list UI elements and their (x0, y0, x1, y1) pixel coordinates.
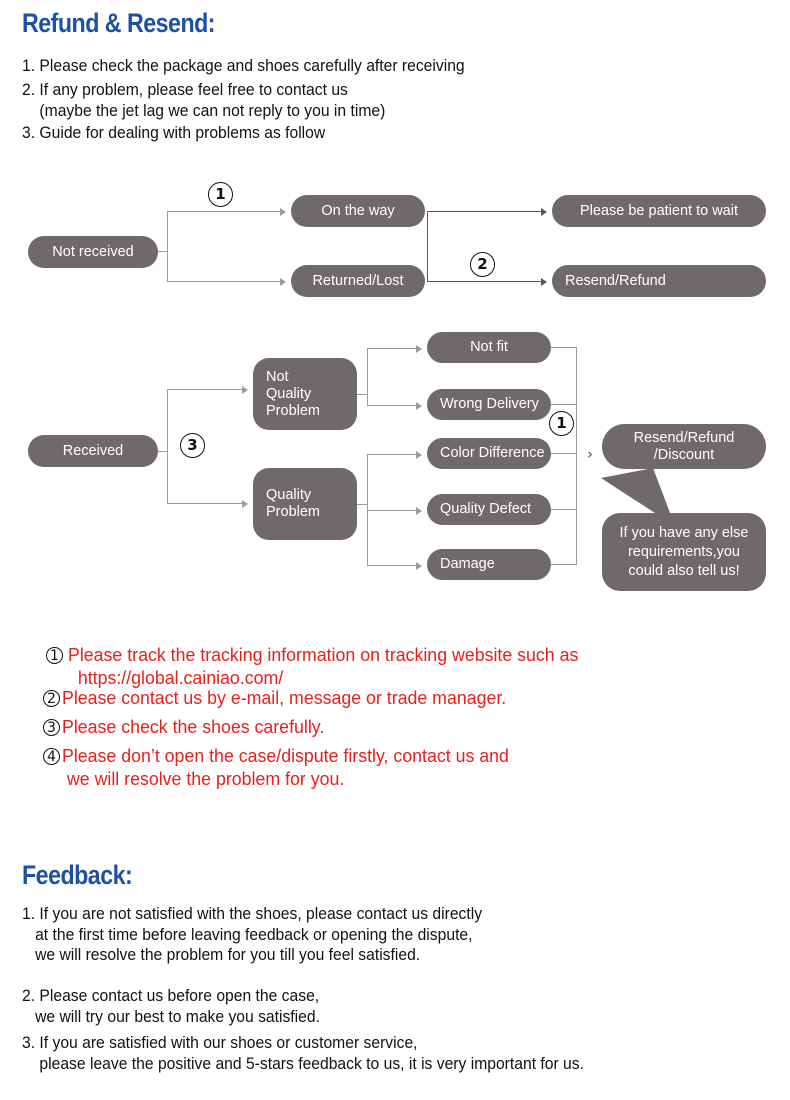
page-title-feedback: Feedback: (22, 860, 133, 890)
arrowhead-to-quality-defect (416, 506, 422, 515)
node-wrong-delivery: Wrong Delivery (427, 389, 551, 420)
node-returned-lost: Returned/Lost (291, 265, 425, 297)
arrowhead-to-patient-wait (541, 207, 547, 216)
node-color-difference: Color Difference (427, 438, 551, 469)
connector-to-on-the-way (167, 211, 281, 213)
connector-to-returned-lost (167, 281, 281, 283)
step-marker-2: 2 (470, 252, 495, 277)
arrowhead-to-quality (242, 499, 248, 508)
node-received: Received (28, 435, 158, 467)
node-not-fit: Not fit (427, 332, 551, 363)
red-note-marker-1: 1 (46, 647, 63, 664)
connector-to-quality-defect (367, 510, 417, 512)
connector-received-split-vertical (167, 389, 169, 504)
connector-to-resend-refund (427, 281, 542, 283)
merge-vertical-bus (576, 347, 578, 565)
node-please-be-patient: Please be patient to wait (552, 195, 766, 227)
refund-item-2: 2. If any problem, please feel free to c… (22, 81, 386, 120)
red-note-marker-4: 4 (43, 748, 60, 765)
page-title-refund-resend: Refund & Resend: (22, 8, 216, 38)
node-quality-defect: Quality Defect (427, 494, 551, 525)
arrowhead-to-returned-lost (280, 277, 286, 286)
merge-line-wrong-delivery (551, 404, 577, 406)
red-note-marker-3: 3 (43, 719, 60, 736)
connector-not-quality-stub (357, 394, 367, 396)
connector-to-wrong-delivery (367, 405, 417, 407)
feedback-item-2: 2. Please contact us before open the cas… (22, 987, 320, 1026)
refund-resend-info-page: Refund & Resend: 1. Please check the pac… (0, 0, 790, 1100)
node-on-the-way: On the way (291, 195, 425, 227)
feedback-item-1: 1. If you are not satisfied with the sho… (22, 905, 483, 964)
connector-to-not-quality (167, 389, 243, 391)
merge-line-color-difference (551, 453, 577, 455)
step-marker-3: 3 (180, 433, 205, 458)
red-note-text-4: Please don’t open the case/dispute first… (62, 745, 509, 789)
red-note-text-1: Please track the tracking information on… (68, 644, 579, 688)
red-note-marker-2: 2 (43, 690, 60, 707)
refund-item-3: 3. Guide for dealing with problems as fo… (22, 124, 326, 142)
node-quality-problem: Quality Problem (253, 468, 357, 540)
node-damage: Damage (427, 549, 551, 580)
merge-line-damage (551, 564, 577, 566)
arrowhead-to-wrong-delivery (416, 401, 422, 410)
connector-to-not-fit (367, 348, 417, 350)
step-marker-1: 1 (208, 182, 233, 207)
step-marker-1-received: 1 (549, 411, 574, 436)
arrowhead-to-not-quality (242, 385, 248, 394)
connector-quality-stub (357, 504, 367, 506)
arrowhead-to-on-the-way (280, 207, 286, 216)
bubble-extra-requirements: If you have any else requirements,you co… (602, 513, 766, 591)
node-not-quality-problem: Not Quality Problem (253, 358, 357, 430)
chevron-right-icon: › (587, 445, 593, 463)
connector-to-damage (367, 565, 417, 567)
refund-item-1: 1. Please check the package and shoes ca… (22, 57, 465, 75)
connector-to-quality (167, 503, 243, 505)
node-not-received: Not received (28, 236, 158, 268)
arrowhead-to-not-fit (416, 344, 422, 353)
red-note-text-3: Please check the shoes carefully. (62, 716, 325, 737)
red-note-text-2: Please contact us by e-mail, message or … (62, 687, 507, 708)
arrowhead-to-color-difference (416, 450, 422, 459)
feedback-item-3: 3. If you are satisfied with our shoes o… (22, 1034, 584, 1073)
connector-to-patient-wait (427, 211, 542, 213)
node-resend-refund: Resend/Refund (552, 265, 766, 297)
connector-to-color-difference (367, 454, 417, 456)
connector-split-vertical (167, 211, 169, 282)
merge-line-not-fit (551, 347, 577, 349)
connector-status-merge-vertical (427, 211, 429, 282)
merge-line-quality-defect (551, 509, 577, 511)
connector-not-quality-vertical (367, 348, 369, 406)
arrowhead-to-resend-refund (541, 277, 547, 286)
node-resend-refund-discount: Resend/Refund /Discount (602, 424, 766, 469)
arrowhead-to-damage (416, 561, 422, 570)
